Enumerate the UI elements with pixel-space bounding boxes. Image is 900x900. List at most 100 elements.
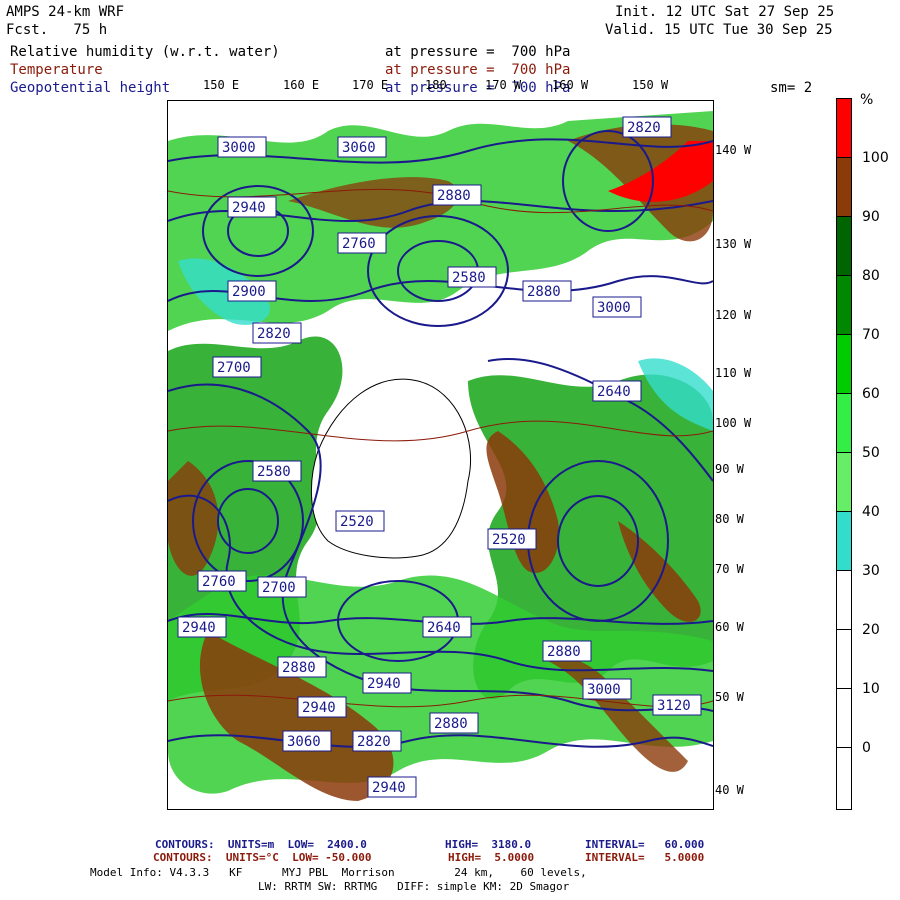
colorbar-tick: 0 [862, 740, 871, 756]
lon-label: 170 W [485, 78, 522, 92]
model-title: AMPS 24-km WRF [6, 4, 125, 20]
svg-text:3000: 3000 [597, 300, 631, 316]
colorbar-segment [837, 99, 851, 158]
rh-pressure: at pressure = 700 hPa [385, 44, 571, 60]
colorbar-tick: 30 [862, 563, 880, 579]
svg-text:3000: 3000 [222, 140, 256, 156]
colorbar-segment [837, 689, 851, 748]
contour-label: 2880 [432, 184, 482, 206]
geo-field-label: Geopotential height [10, 80, 171, 96]
init-time: Init. 12 UTC Sat 27 Sep 25 [615, 4, 835, 20]
colorbar-segment [837, 335, 851, 394]
lon-label: 180 [425, 78, 447, 92]
contour-label: 2940 [362, 672, 412, 694]
geo-pressure: at pressure = 700 hPa [385, 80, 571, 96]
contour-label: 2880 [277, 656, 327, 678]
svg-text:2580: 2580 [452, 270, 486, 286]
colorbar-tick: 50 [862, 445, 880, 461]
footer-geo-contours: CONTOURS: UNITS=m LOW= 2400.0 [155, 838, 367, 851]
valid-time: Valid. 15 UTC Tue 30 Sep 25 [605, 22, 833, 38]
colorbar-segment [837, 453, 851, 512]
contour-label: 2580 [447, 266, 497, 288]
svg-text:3120: 3120 [657, 698, 691, 714]
lat-label: 140 W [715, 143, 752, 157]
colorbar-segment [837, 748, 851, 808]
svg-text:2760: 2760 [342, 236, 376, 252]
colorbar-tick: 70 [862, 327, 880, 343]
colorbar-segment [837, 512, 851, 571]
svg-text:2880: 2880 [547, 644, 581, 660]
svg-text:2700: 2700 [262, 580, 296, 596]
rh-field-label: Relative humidity (w.r.t. water) [10, 44, 280, 60]
svg-text:2820: 2820 [357, 734, 391, 750]
colorbar-segment [837, 394, 851, 453]
contour-label: 3000 [217, 136, 267, 158]
svg-text:2880: 2880 [282, 660, 316, 676]
contour-label: 2640 [592, 380, 642, 402]
lat-label: 50 W [715, 690, 744, 704]
smoothing-label: sm= 2 [770, 80, 813, 96]
map-panel: 3000 3060 2880 2820 2940 2900 2820 2760 … [167, 100, 714, 810]
colorbar-tick: 90 [862, 209, 880, 225]
lat-label: 60 W [715, 620, 744, 634]
contour-label: 2640 [422, 616, 472, 638]
footer-temp-interval: INTERVAL= 5.0000 [585, 851, 705, 864]
contour-label: 2820 [352, 730, 402, 752]
svg-text:2880: 2880 [434, 716, 468, 732]
svg-text:2940: 2940 [182, 620, 216, 636]
lat-label: 120 W [715, 308, 752, 322]
lon-label: 160 E [283, 78, 320, 92]
contour-label: 2880 [542, 640, 592, 662]
contour-label: 2820 [252, 322, 302, 344]
colorbar-tick: 100 [862, 150, 889, 166]
svg-text:2520: 2520 [340, 514, 374, 530]
svg-text:2940: 2940 [367, 676, 401, 692]
colorbar-segment [837, 158, 851, 217]
contour-label: 2880 [522, 280, 572, 302]
svg-text:3060: 3060 [287, 734, 321, 750]
svg-text:2700: 2700 [217, 360, 251, 376]
contour-label: 3060 [337, 136, 387, 158]
colorbar-segment [837, 276, 851, 335]
footer-model-info: Model Info: V4.3.3 KF MYJ PBL Morrison 2… [90, 866, 587, 879]
contour-label: 3000 [592, 296, 642, 318]
colorbar-tick: 40 [862, 504, 880, 520]
contour-label: 2940 [177, 616, 227, 638]
contour-label: 2760 [337, 232, 387, 254]
contour-label: 2940 [227, 196, 277, 218]
svg-text:2940: 2940 [232, 200, 266, 216]
lat-label: 100 W [715, 416, 752, 430]
lon-label: 150 E [203, 78, 240, 92]
lat-label: 40 W [715, 783, 744, 797]
lon-label: 150 W [632, 78, 669, 92]
svg-text:3000: 3000 [587, 682, 621, 698]
lon-label: 160 W [552, 78, 589, 92]
lon-label: 170 E [352, 78, 389, 92]
footer-temp-contours: CONTOURS: UNITS=°C LOW= -50.000 [153, 851, 372, 864]
colorbar [836, 98, 852, 810]
contour-label: 3120 [652, 694, 702, 716]
contour-label: 3000 [582, 678, 632, 700]
lat-label: 130 W [715, 237, 752, 251]
contour-label: 2940 [297, 696, 347, 718]
footer-temp-high: HIGH= 5.0000 [448, 851, 535, 864]
contour-label: 2900 [227, 280, 277, 302]
temp-pressure: at pressure = 700 hPa [385, 62, 571, 78]
colorbar-tick: 20 [862, 622, 880, 638]
contour-label: 2580 [252, 460, 302, 482]
svg-text:2900: 2900 [232, 284, 266, 300]
contour-label: 2700 [212, 356, 262, 378]
colorbar-tick: 60 [862, 386, 880, 402]
lat-label: 80 W [715, 512, 744, 526]
colorbar-tick: 10 [862, 681, 880, 697]
colorbar-segment [837, 217, 851, 276]
svg-text:2820: 2820 [257, 326, 291, 342]
contour-label: 2940 [367, 776, 417, 798]
svg-text:2880: 2880 [527, 284, 561, 300]
lat-label: 110 W [715, 366, 752, 380]
contour-label: 2520 [487, 528, 537, 550]
svg-text:2760: 2760 [202, 574, 236, 590]
colorbar-segment [837, 630, 851, 689]
footer-geo-interval: INTERVAL= 60.000 [585, 838, 705, 851]
contour-label: 3060 [282, 730, 332, 752]
